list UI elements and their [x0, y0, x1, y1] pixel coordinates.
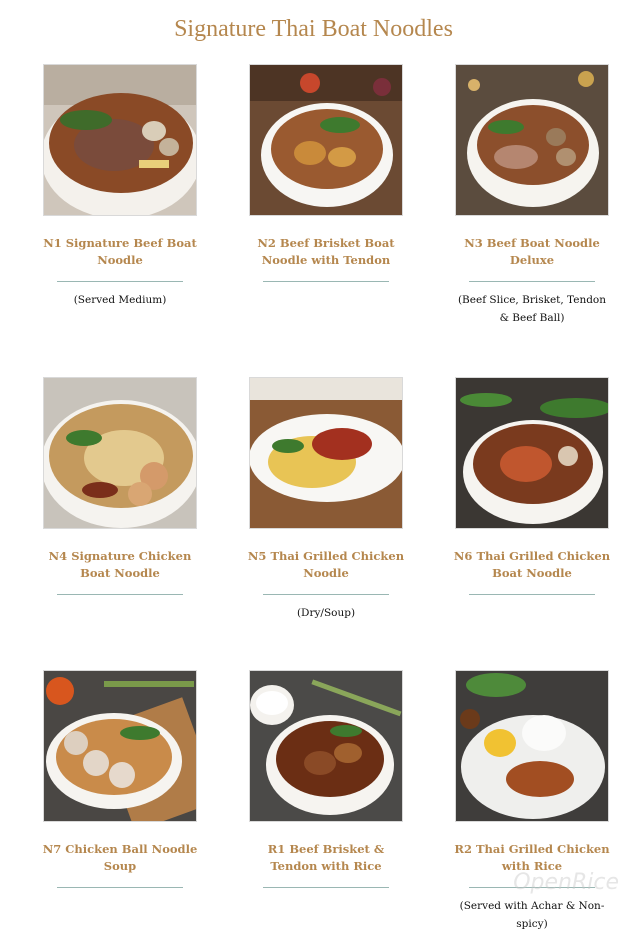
menu-item-n4[interactable]: N4 Signature Chicken Boat Noodle — [43, 377, 197, 604]
dish-photo-r2[interactable] — [455, 670, 609, 822]
dish-name-r1: R1 Beef Brisket & Tendon with Rice — [267, 842, 385, 873]
divider — [263, 594, 389, 595]
dish-photo-n7[interactable] — [43, 670, 197, 822]
menu-item-n7[interactable]: N7 Chicken Ball Noodle Soup — [43, 670, 197, 897]
dish-name-n1: N1 Signature Beef Boat Noodle — [43, 236, 197, 267]
divider — [469, 281, 595, 282]
dish-name-n7: N7 Chicken Ball Noodle Soup — [42, 842, 198, 873]
menu-item-n3[interactable]: N3 Beef Boat Noodle Deluxe (Beef Slice, … — [455, 64, 609, 327]
watermark: OpenRice — [513, 870, 619, 895]
menu-item-n1[interactable]: N1 Signature Beef Boat Noodle (Served Me… — [43, 64, 197, 309]
divider — [469, 594, 595, 595]
dish-photo-r1[interactable] — [249, 670, 403, 822]
menu-item-r1[interactable]: R1 Beef Brisket & Tendon with Rice — [249, 670, 403, 897]
dish-note-n5: (Dry/Soup) — [296, 607, 356, 619]
menu-item-n6[interactable]: N6 Thai Grilled Chicken Boat Noodle — [453, 377, 611, 604]
dish-name-n2: N2 Beef Brisket Boat Noodle with Tendon — [257, 236, 395, 267]
menu-item-n5[interactable]: N5 Thai Grilled Chicken Noodle (Dry/Soup… — [247, 377, 405, 622]
dish-photo-n2[interactable] — [249, 64, 403, 216]
dish-name-n6: N6 Thai Grilled Chicken Boat Noodle — [453, 549, 611, 580]
divider — [57, 594, 183, 595]
dish-name-n4: N4 Signature Chicken Boat Noodle — [48, 549, 192, 580]
divider — [263, 887, 389, 888]
dish-note-n1: (Served Medium) — [73, 294, 167, 306]
menu-item-n2[interactable]: N2 Beef Brisket Boat Noodle with Tendon — [249, 64, 403, 291]
dish-photo-n1[interactable] — [43, 64, 197, 216]
dish-photo-n6[interactable] — [455, 377, 609, 529]
divider — [263, 281, 389, 282]
dish-note-n3: (Beef Slice, Brisket, Tendon & Beef Ball… — [457, 294, 607, 324]
dish-photo-n3[interactable] — [455, 64, 609, 216]
dish-note-r2: (Served with Achar & Non-spicy) — [459, 900, 605, 930]
dish-name-n3: N3 Beef Boat Noodle Deluxe — [464, 236, 600, 267]
page-title: Signature Thai Boat Noodles — [174, 16, 453, 42]
divider — [57, 281, 183, 282]
dish-name-n5: N5 Thai Grilled Chicken Noodle — [247, 549, 405, 580]
dish-photo-n5[interactable] — [249, 377, 403, 529]
divider — [57, 887, 183, 888]
dish-photo-n4[interactable] — [43, 377, 197, 529]
